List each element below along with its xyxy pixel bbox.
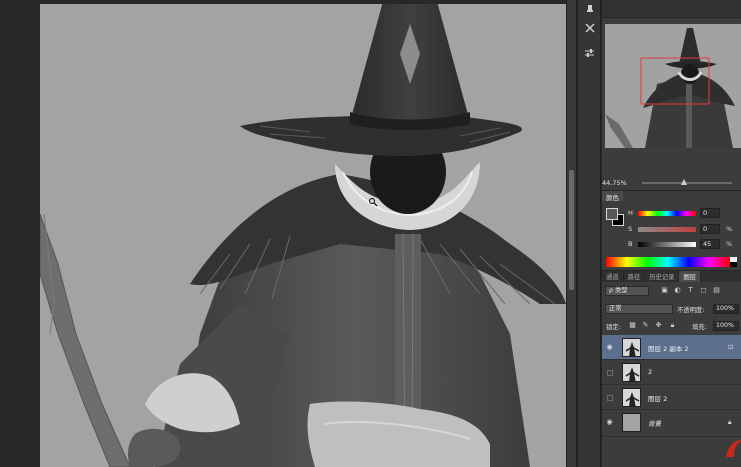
layer-thumbnail	[622, 338, 641, 357]
smart-filter-icon[interactable]: ▤	[712, 286, 721, 295]
tab-history[interactable]: 历史记录	[645, 271, 680, 282]
saturation-slider[interactable]	[638, 227, 696, 232]
history-brush-icon[interactable]	[581, 0, 598, 17]
blend-mode-select[interactable]: 正常	[605, 304, 673, 314]
layer-name[interactable]: 图层 2 副本 2	[648, 343, 688, 353]
canvas-vertical-scrollbar[interactable]	[566, 0, 576, 467]
hue-slider[interactable]	[638, 211, 696, 216]
black-white-ramp[interactable]	[730, 257, 737, 267]
tab-channels[interactable]: 通道	[602, 271, 624, 282]
layers-panel: 通道 路径 历史记录 图层 ρ 类型 ▣ ◐ T ◻ ▤ 正常 不透明度: 10…	[602, 270, 741, 467]
adjust-sliders-icon[interactable]	[581, 44, 598, 61]
opacity-label: 不透明度:	[677, 307, 705, 314]
layer-lock-icon: 🔒︎	[728, 418, 732, 426]
visibility-eye-icon[interactable]: ◉	[605, 418, 614, 427]
visibility-eye-icon[interactable]: ◉	[605, 343, 614, 352]
artwork-witch-illustration	[40, 4, 566, 467]
layer-filter-row: ρ 类型 ▣ ◐ T ◻ ▤	[602, 285, 741, 297]
hue-value[interactable]: 0	[700, 208, 720, 218]
layer-thumbnail	[622, 363, 641, 382]
hue-label: H	[628, 209, 633, 217]
brightness-slider[interactable]	[638, 242, 696, 247]
saturation-unit: %	[726, 225, 733, 233]
navigator-thumbnail[interactable]	[605, 24, 741, 148]
zoom-slider-thumb[interactable]	[681, 179, 687, 185]
hue-row: H 0	[628, 208, 741, 220]
visibility-toggle-off[interactable]	[607, 370, 613, 376]
brightness-unit: %	[726, 240, 733, 248]
brightness-label: B	[628, 240, 633, 248]
navigator-panel: 44.75%	[602, 0, 741, 190]
layer-thumbnail	[622, 413, 641, 432]
tools-cross-icon[interactable]	[581, 19, 598, 36]
lock-all-icon[interactable]: 🔒︎	[668, 321, 677, 330]
layer-list: ◉ 图层 2 副本 2 ⊡ 2 图层 2 ◉ 背景 🔒︎	[602, 335, 741, 467]
brightness-value[interactable]: 45	[700, 239, 720, 249]
color-panel: 颜色 H 0 S 0 % B 45 %	[602, 190, 741, 270]
fill-field[interactable]: 100%	[713, 321, 739, 331]
foreground-color-swatch[interactable]	[606, 208, 618, 220]
tab-paths[interactable]: 路径	[624, 271, 646, 282]
navigator-zoom-row: 44.75%	[602, 178, 741, 188]
saturation-row: S 0 %	[628, 224, 741, 236]
panel-icon-strip	[577, 0, 601, 467]
layer-row[interactable]: 图层 2	[602, 385, 741, 410]
layer-name[interactable]: 背景	[648, 418, 661, 428]
right-panel-dock: 44.75% 颜色 H 0 S 0 % B 45 % 通道 路径 历史记录 图层…	[602, 0, 741, 467]
blend-opacity-row: 正常 不透明度: 100%	[602, 303, 741, 315]
lock-transparent-icon[interactable]: ▦	[628, 321, 637, 330]
lock-paint-icon[interactable]: ✎	[641, 321, 650, 330]
saturation-label: S	[628, 225, 633, 233]
type-filter-icon[interactable]: T	[686, 286, 695, 295]
saturation-value[interactable]: 0	[700, 224, 720, 234]
lock-label: 锁定:	[606, 324, 621, 331]
canvas-area[interactable]	[0, 0, 566, 467]
shape-filter-icon[interactable]: ◻	[699, 286, 708, 295]
layer-thumbnail	[622, 388, 641, 407]
color-spectrum-ramp[interactable]	[606, 257, 730, 267]
navigator-header	[602, 0, 741, 18]
layer-link-icon: ⊡	[728, 343, 734, 351]
document-canvas[interactable]	[40, 4, 566, 467]
zoom-level[interactable]: 44.75%	[602, 179, 627, 187]
layer-name[interactable]: 图层 2	[648, 393, 667, 403]
watermark-logo	[726, 439, 741, 457]
tab-layers[interactable]: 图层	[679, 271, 701, 282]
adjustment-filter-icon[interactable]: ◐	[673, 286, 682, 295]
opacity-field[interactable]: 100%	[713, 304, 739, 314]
layer-row[interactable]: ◉ 背景 🔒︎	[602, 410, 741, 437]
filter-kind-select[interactable]: ρ 类型	[605, 286, 649, 296]
lock-fill-row: 锁定: ▦ ✎ ✥ 🔒︎ 填充: 100%	[602, 320, 741, 332]
layer-name[interactable]: 2	[648, 368, 652, 376]
lock-move-icon[interactable]: ✥	[654, 321, 663, 330]
layer-row[interactable]: ◉ 图层 2 副本 2 ⊡	[602, 335, 741, 360]
zoom-slider[interactable]	[642, 182, 732, 184]
photoshop-window: 44.75% 颜色 H 0 S 0 % B 45 % 通道 路径 历史记录 图层…	[0, 0, 741, 467]
color-tab[interactable]: 颜色	[602, 191, 623, 202]
scrollbar-thumb[interactable]	[569, 170, 574, 290]
image-filter-icon[interactable]: ▣	[660, 286, 669, 295]
visibility-toggle-off[interactable]	[607, 395, 613, 401]
layer-row[interactable]: 2	[602, 360, 741, 385]
brightness-row: B 45 %	[628, 239, 741, 251]
layers-panel-tabs: 通道 路径 历史记录 图层	[602, 271, 741, 282]
fill-label: 填充:	[692, 324, 707, 331]
